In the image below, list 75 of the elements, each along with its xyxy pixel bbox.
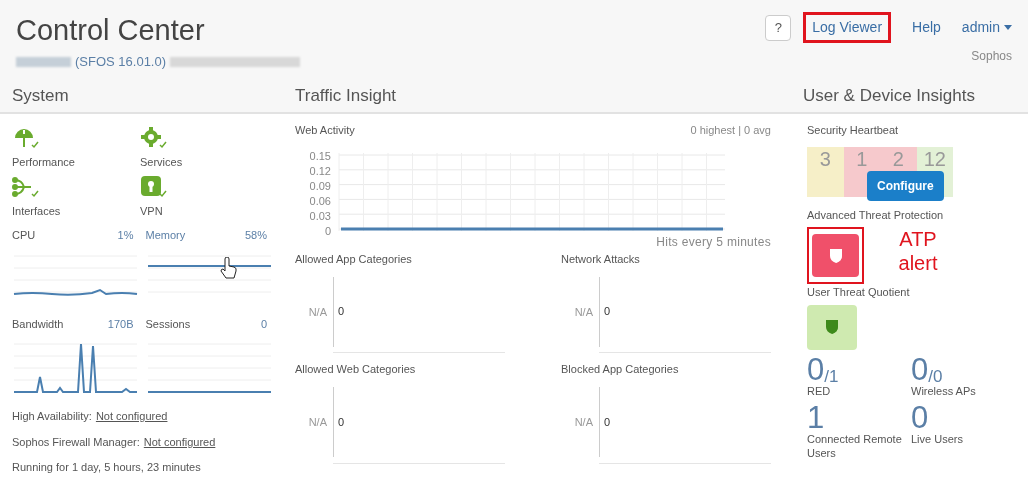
company-name: Sophos (971, 48, 1012, 65)
chart-summary: 0 highest | 0 avg (690, 123, 771, 138)
category-label: N/A (307, 415, 328, 431)
atp-tile[interactable] (807, 227, 864, 284)
configure-link[interactable]: Not configured (95, 408, 168, 425)
shield-icon (825, 319, 839, 335)
metric-label: Bandwidth (12, 316, 64, 332)
metric-value: 58% (244, 228, 267, 243)
panel-title: Allowed App Categories (295, 252, 412, 265)
gauge-status-icon[interactable] (12, 126, 40, 150)
section-title: System (11, 85, 70, 108)
info-text: High Availability: (12, 409, 92, 424)
section-title: User & Device Insights (802, 85, 975, 108)
section-title: Traffic Insight (294, 85, 398, 108)
metric-value: 1% (117, 228, 134, 243)
firmware-version: (SFOS 16.01.0) (75, 53, 167, 72)
axis-tick-label: 0 (323, 225, 331, 237)
panel-title: Blocked App Categories (561, 363, 679, 375)
status-label: VPN (140, 203, 164, 219)
category-value: 0 (338, 304, 345, 320)
widget-title: Advanced Threat Protection (807, 208, 944, 221)
counter-value: 0 (911, 402, 929, 434)
widget-title: User Threat Quotient (807, 286, 910, 298)
heartbeat-tile: 3 (807, 146, 844, 197)
shield-icon (828, 247, 843, 264)
category-label: N/A (573, 415, 594, 431)
counter-total: /1 (824, 367, 839, 385)
caret-icon (1004, 25, 1012, 30)
category-label: N/A (573, 304, 594, 320)
counter-total: /0 (928, 367, 943, 385)
header-link[interactable]: Log Viewer (803, 12, 892, 43)
metric-label: Sessions (145, 316, 191, 332)
category-label: N/A (307, 304, 328, 320)
counter-value: 1 (807, 402, 825, 434)
counter-label: RED (807, 384, 832, 399)
metric-label: CPU (12, 228, 36, 243)
metric-value: 170B (107, 316, 134, 332)
counter-label: Live Users (911, 433, 964, 447)
header-link[interactable]: Help (903, 12, 950, 43)
alert-annotation: ATP alert (897, 227, 939, 275)
status-label: Interfaces (12, 203, 62, 219)
configure-link[interactable]: Not configured (143, 433, 216, 450)
info-text: Running for 1 day, 5 hours, 23 minutes (12, 460, 201, 475)
axis-tick-label: 0.09 (308, 180, 331, 192)
metric-label: Memory (145, 228, 186, 243)
hand-cursor-icon (219, 257, 238, 279)
fork-status-icon[interactable] (12, 174, 40, 199)
chart-title: Web Activity (295, 123, 355, 138)
axis-tick-label: 0.03 (308, 210, 331, 222)
utq-tile[interactable] (807, 304, 857, 350)
configure-button[interactable]: Configure (867, 170, 944, 201)
help-button[interactable]: ? (765, 14, 792, 41)
axis-tick-label: 0.15 (308, 150, 331, 162)
status-label: Performance (12, 155, 76, 170)
counter-value: 0 (807, 353, 825, 385)
counter-value: 0 (911, 353, 929, 385)
redacted-block (16, 57, 71, 67)
metric-value: 0 (260, 316, 267, 332)
widget-title: Security Heartbeat (807, 124, 899, 136)
info-text: Sophos Firewall Manager: (12, 434, 140, 450)
category-value: 0 (338, 414, 345, 430)
panel-title: Network Attacks (561, 252, 640, 265)
counter-label: Connected Remote Users (807, 433, 903, 461)
status-label: Services (140, 155, 184, 170)
page-title: Control Center (16, 13, 206, 48)
category-value: 0 (604, 414, 611, 430)
user-menu[interactable]: admin (961, 17, 1012, 38)
chart-footnote: Hits every 5 minutes (656, 233, 771, 251)
axis-tick-label: 0.06 (308, 195, 331, 207)
panel-title: Allowed Web Categories (295, 363, 416, 375)
gear-status-icon[interactable] (140, 126, 168, 150)
axis-tick-label: 0.12 (308, 165, 331, 177)
counter-label: Wireless APs (911, 384, 977, 399)
category-value: 0 (604, 304, 611, 320)
lock-status-icon[interactable] (140, 174, 168, 199)
